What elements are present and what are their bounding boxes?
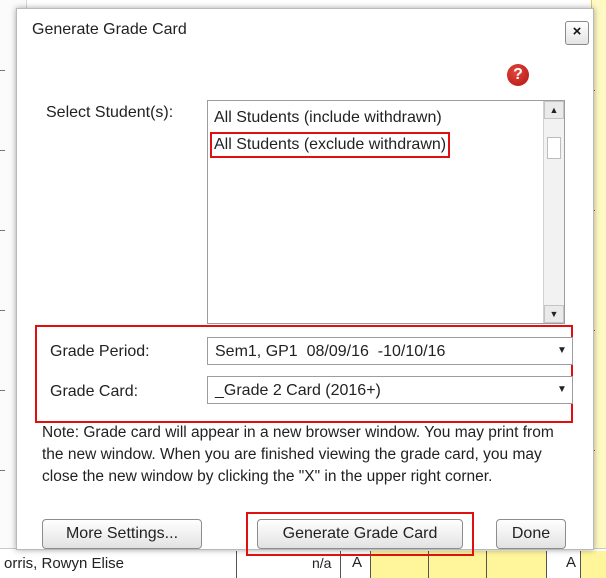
help-icon[interactable]: ? — [507, 64, 529, 86]
list-item[interactable]: All Students (include withdrawn) — [214, 109, 442, 127]
list-item-selected[interactable]: All Students (exclude withdrawn) — [209, 132, 451, 158]
student-select-listbox[interactable]: All Students (include withdrawn) All Stu… — [207, 100, 565, 324]
cell-divider — [236, 551, 237, 578]
background-tick — [0, 390, 5, 391]
background-tick — [0, 470, 5, 471]
grade-cell: A — [352, 554, 363, 571]
grade-period-label: Grade Period: — [50, 343, 150, 360]
grade-card-value: _Grade 2 Card (2016+) — [215, 382, 381, 399]
scrollbar-thumb[interactable] — [547, 137, 561, 159]
note-text: Note: Grade card will appear in a new br… — [42, 424, 554, 485]
grade-period-value: Sem1, GP1 08/09/16 -10/10/16 — [215, 343, 446, 360]
chevron-down-icon[interactable]: ▼ — [552, 338, 572, 364]
grade-cell: A — [566, 554, 577, 571]
scroll-up-arrow-icon[interactable]: ▲ — [544, 101, 564, 119]
grade-card-select[interactable]: _Grade 2 Card (2016+) ▼ — [207, 376, 573, 404]
background-tick — [0, 150, 5, 151]
done-button[interactable]: Done — [496, 519, 566, 549]
grade-cell-highlight — [580, 551, 606, 578]
grade-cell-highlight — [486, 551, 547, 578]
cell-divider — [546, 551, 547, 578]
listbox-scrollbar[interactable]: ▲ ▼ — [543, 101, 564, 323]
generate-grade-card-button[interactable]: Generate Grade Card — [257, 519, 463, 549]
grade-period-select[interactable]: Sem1, GP1 08/09/16 -10/10/16 ▼ — [207, 337, 573, 365]
background-tick — [0, 230, 5, 231]
scroll-down-arrow-icon[interactable]: ▼ — [544, 305, 564, 323]
student-value: n/a — [312, 555, 332, 571]
student-name: orris, Rowyn Elise — [4, 555, 125, 572]
generate-grade-card-dialog: Generate Grade Card × ? Select Student(s… — [16, 8, 594, 556]
dialog-titlebar[interactable]: Generate Grade Card × — [17, 9, 593, 53]
background-tick — [0, 310, 5, 311]
grade-card-label: Grade Card: — [50, 383, 139, 400]
dialog-title: Generate Grade Card — [32, 21, 187, 38]
background-tick — [0, 70, 5, 71]
more-settings-button[interactable]: More Settings... — [42, 519, 202, 549]
chevron-down-icon[interactable]: ▼ — [552, 377, 572, 403]
close-icon[interactable]: × — [565, 21, 589, 45]
select-students-label: Select Student(s): — [46, 104, 174, 121]
